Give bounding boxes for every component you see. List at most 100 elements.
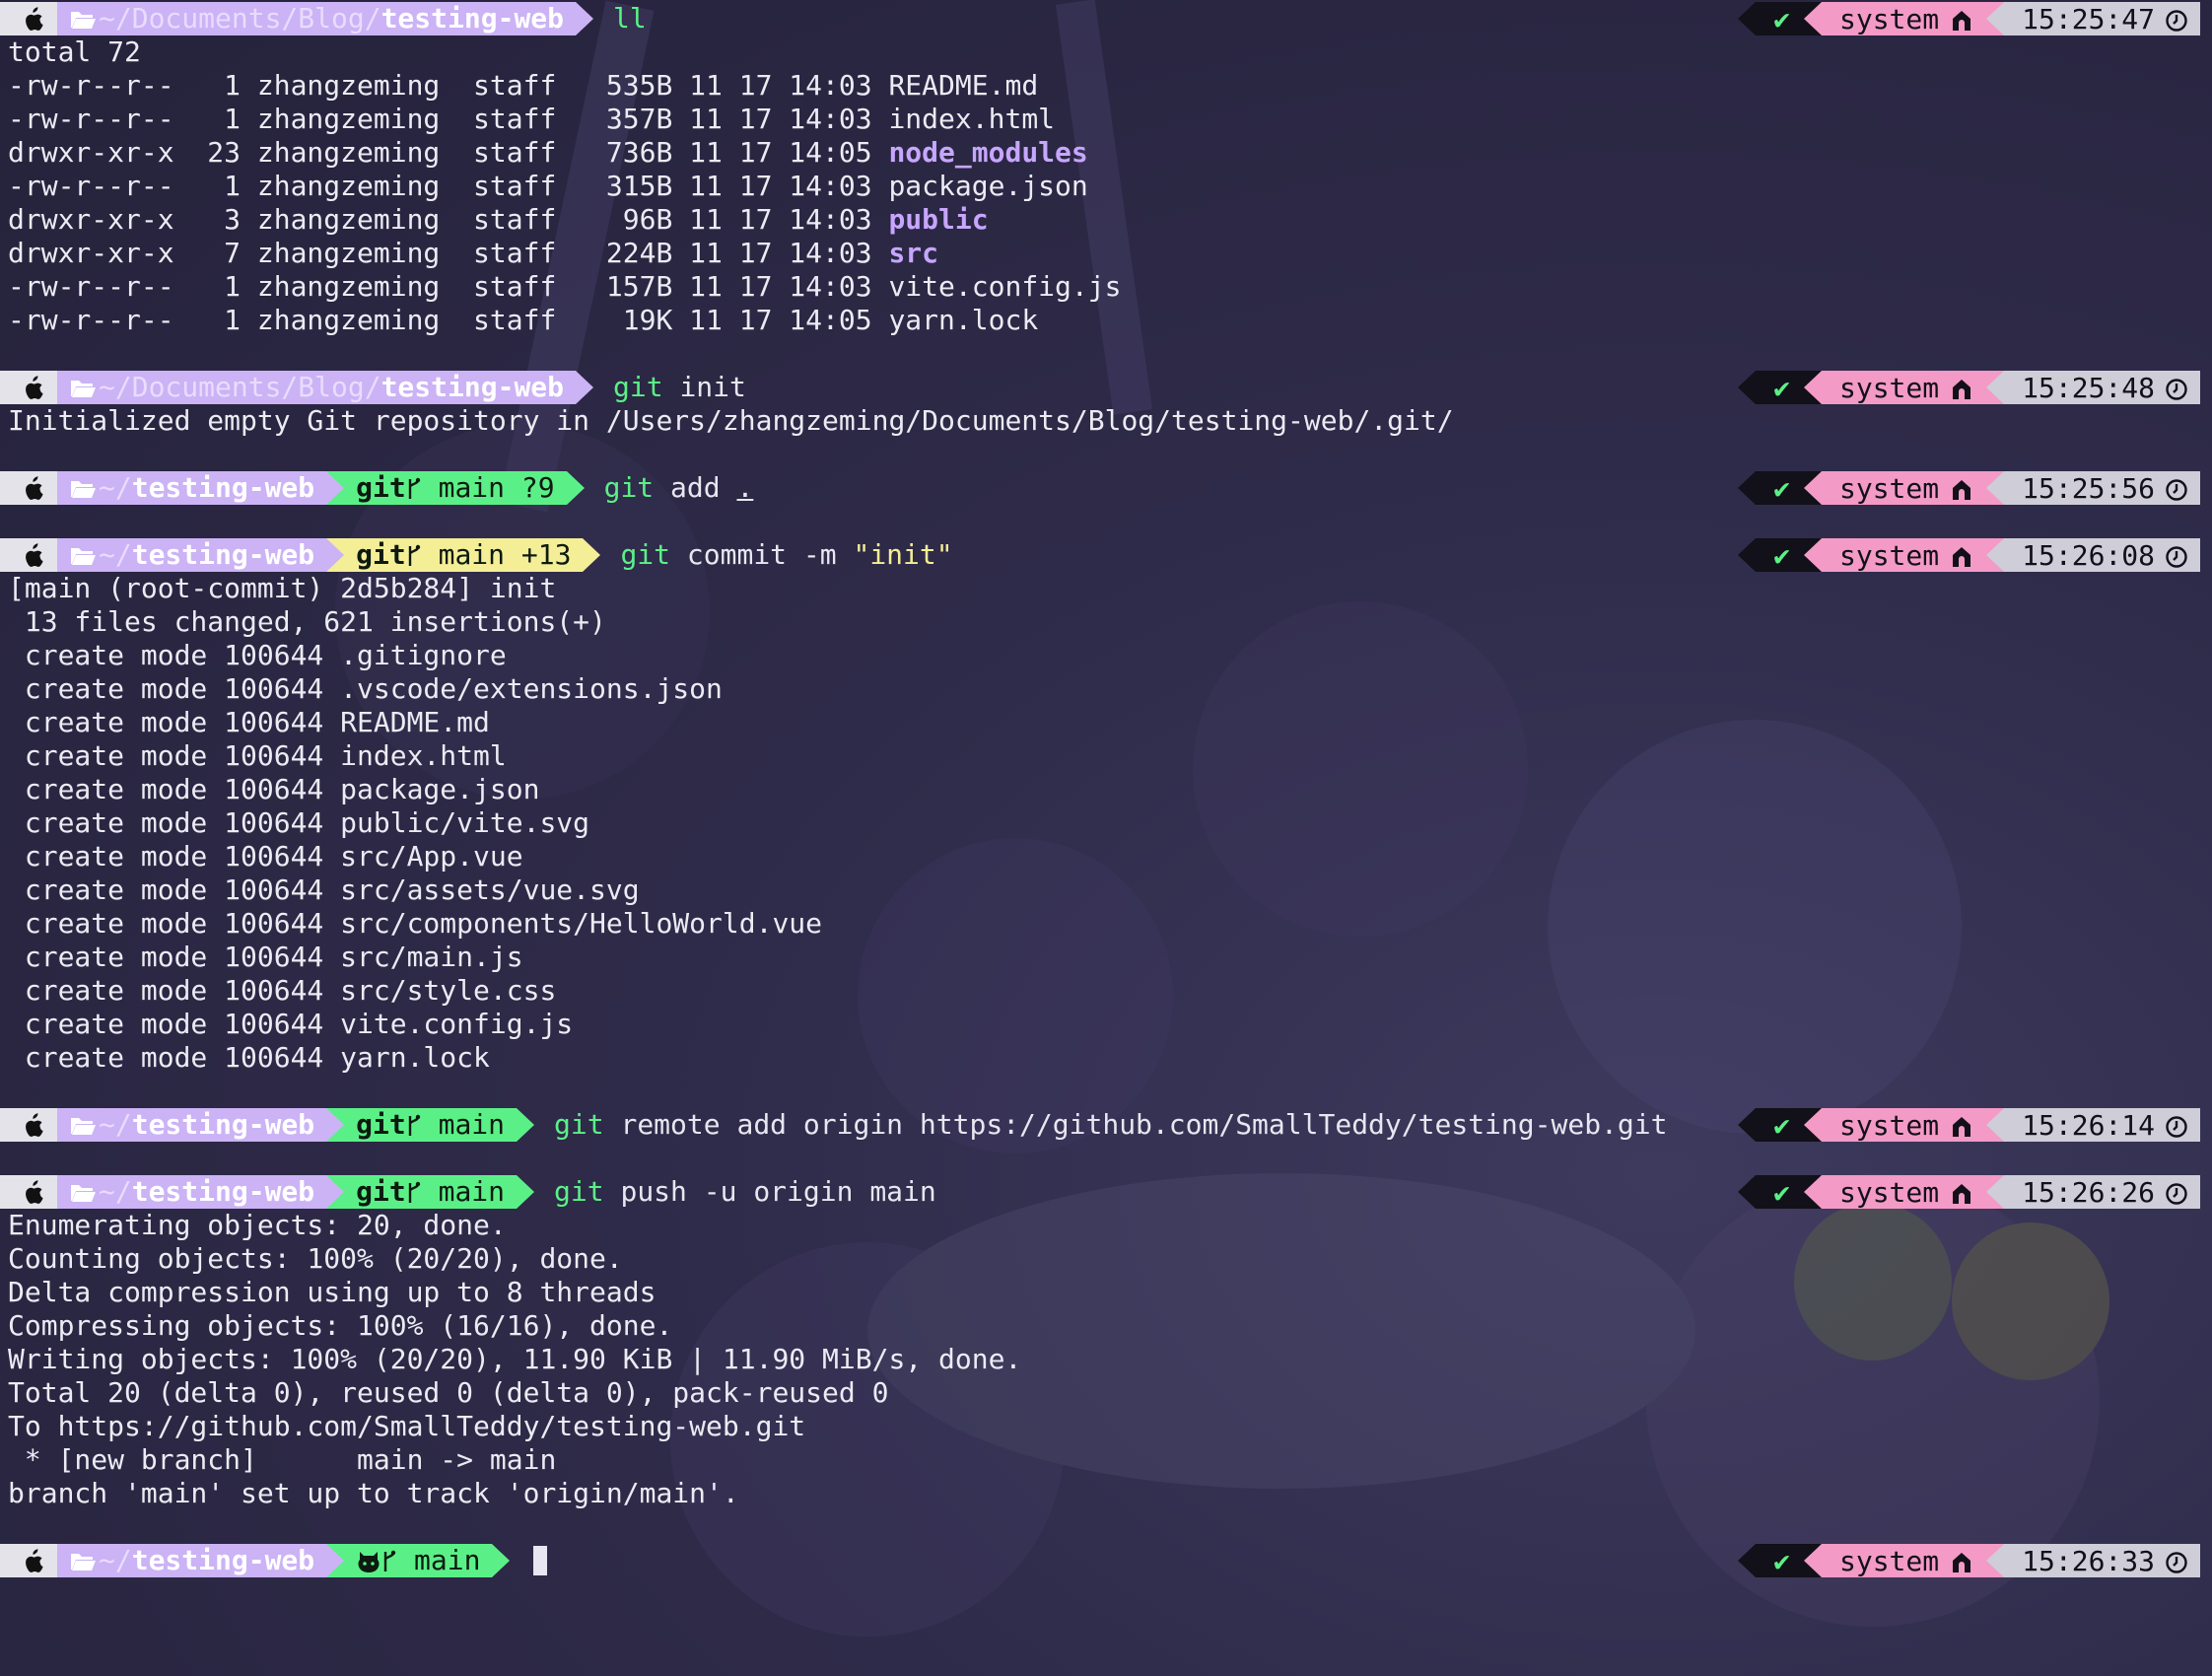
output-text: create mode 100644 public/vite.svg [8,806,590,839]
os-segment [6,371,57,404]
segment-separator [566,471,585,505]
terminal-window[interactable]: ~/Documents/Blog/testing-web ll ✔ system 15:… [0,0,2212,1676]
output-text: create mode 100644 src/style.css [8,974,557,1007]
segment-separator [576,2,594,35]
environment-label: system [1838,471,1940,505]
right-status: ✔ system 15:26:33 [1738,1544,2200,1577]
directory-name: testing-web [131,471,315,504]
segment-separator [1803,371,1822,404]
output-text: create mode 100644 .vscode/extensions.js… [8,672,723,705]
environment-segment: system [1821,1544,1987,1577]
output-text: Initialized empty Git repository in /Use… [8,404,1454,437]
clock-icon [2165,3,2188,35]
git-branch-status: main +13 [421,538,572,571]
environment-segment: system [1821,1108,1987,1142]
segment-separator [326,471,345,505]
output-line: Counting objects: 100% (20/20), done. [8,1242,623,1276]
check-icon: ✔ [1773,538,1790,572]
folder-open-icon [69,538,97,572]
clock-icon [2165,472,2188,505]
right-status: ✔ system 15:25:56 [1738,471,2200,505]
exit-status-segment: ✔ [1756,471,1804,505]
output-line: -rw-r--r-- 1 zhangzeming staff 157B 11 1… [8,270,1121,304]
output-line: create mode 100644 vite.config.js [8,1008,573,1041]
command-input[interactable] [510,1544,548,1577]
output-text: create mode 100644 .gitignore [8,639,507,671]
directory-segment: ~/testing-web [57,1108,327,1142]
segment-separator [492,1544,511,1577]
timestamp: 15:26:08 [2022,538,2155,572]
output-line: create mode 100644 .gitignore [8,639,507,672]
git-branch-status: main ?9 [421,471,555,504]
segment-separator [1738,371,1757,404]
right-status: ✔ system 15:26:14 [1738,1108,2200,1142]
apple-icon [22,1544,43,1577]
environment-segment: system [1821,371,1987,404]
command-input[interactable]: git init [593,371,746,404]
output-text: create mode 100644 src/assets/vue.svg [8,873,640,906]
git-label: git [356,1175,406,1208]
command-input[interactable]: git add . [585,471,754,505]
output-line: Enumerating objects: 20, done. [8,1209,507,1242]
directory-path-prefix: ~/Documents/Blog/ [99,371,381,403]
home-icon [1951,1545,1972,1577]
folder-open-icon [69,1108,97,1142]
folder-open-icon [69,1544,97,1577]
directory-segment: ~/Documents/Blog/testing-web [57,371,577,404]
exit-status-segment: ✔ [1756,1544,1804,1577]
apple-icon [22,538,43,572]
output-line: * [new branch] main -> main [8,1443,556,1477]
clock-icon [2165,1109,2188,1142]
output-line: create mode 100644 .vscode/extensions.js… [8,672,723,706]
segment-separator [517,1108,535,1142]
segment-separator [583,538,601,572]
os-segment [6,471,57,505]
segment-separator [1738,1108,1757,1142]
output-line: branch 'main' set up to track 'origin/ma… [8,1477,739,1510]
git-branch-icon [406,471,422,505]
segment-separator [326,1108,345,1142]
segment-separator [1986,2,2005,35]
output-text: Enumerating objects: 20, done. [8,1209,507,1241]
os-segment [6,1544,57,1577]
directory-entry-name: public [888,203,989,236]
output-line: drwxr-xr-x 7 zhangzeming staff 224B 11 1… [8,237,938,270]
directory-path-prefix: ~/ [99,1544,132,1576]
output-line: -rw-r--r-- 1 zhangzeming staff 535B 11 1… [8,69,1038,103]
git-label: git [356,538,406,571]
clock-icon [2165,539,2188,572]
time-segment: 15:25:56 [2004,471,2200,505]
command-args: commit -m [670,538,854,571]
git-branch-icon [406,1108,422,1142]
home-icon [1951,3,1972,35]
command-name: git [613,371,663,403]
clock-icon [2165,372,2188,404]
command-name: git [620,538,671,571]
output-text: branch 'main' set up to track 'origin/ma… [8,1477,739,1509]
command-name: git [603,471,655,504]
output-text: * [new branch] main -> main [8,1443,557,1476]
git-status-segment: git main ?9 [344,471,567,505]
segment-separator [1986,471,2005,505]
git-branch-status: main [397,1544,481,1576]
directory-name: testing-web [131,1544,315,1576]
output-line: Delta compression using up to 8 threads [8,1276,656,1309]
output-line: [main (root-commit) 2d5b284] init [8,572,556,605]
directory-name: testing-web [131,1175,315,1208]
command-input[interactable]: ll [593,2,647,35]
time-segment: 15:26:14 [2004,1108,2200,1142]
command-input[interactable]: git remote add origin https://github.com… [534,1108,1667,1142]
file-entry-name: package.json [888,170,1088,202]
output-text: create mode 100644 src/main.js [8,941,523,973]
segment-separator [1986,538,2005,572]
prompt-line: ~/testing-web git main +13 git commit -m "… [0,538,953,572]
segment-separator [576,371,594,404]
environment-segment: system [1821,1175,1987,1209]
git-branch-icon [406,538,422,572]
text-cursor [533,1546,548,1575]
command-name: ll [613,2,647,35]
command-input[interactable]: git push -u origin main [534,1175,936,1209]
command-args: init [662,371,746,403]
os-segment [6,1175,57,1209]
command-input[interactable]: git commit -m "init" [600,538,952,572]
